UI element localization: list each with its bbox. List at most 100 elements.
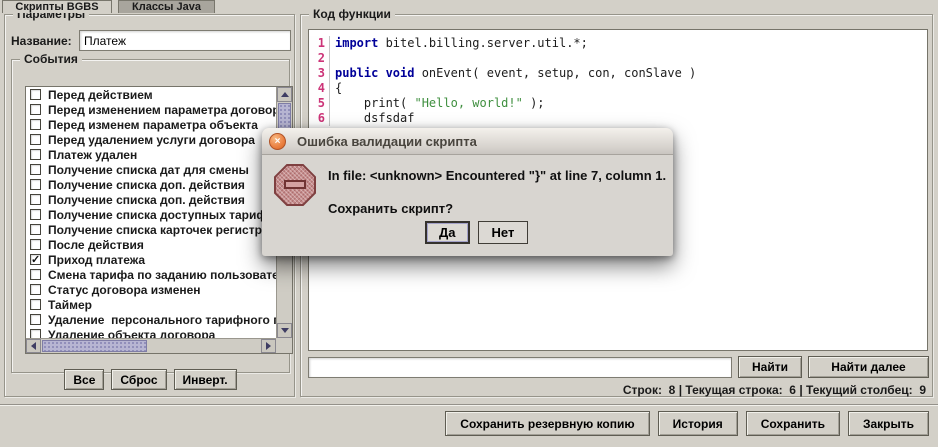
dialog-yes-button[interactable]: Да: [425, 221, 470, 244]
event-checkbox[interactable]: [30, 134, 41, 145]
event-row[interactable]: Перед изменем параметра объекта: [26, 117, 276, 132]
event-row[interactable]: ✓Приход платежа: [26, 252, 276, 267]
save-backup-button[interactable]: Сохранить резервную копию: [445, 411, 649, 436]
line-number: 1: [309, 36, 330, 51]
find-next-button[interactable]: Найти далее: [808, 356, 929, 378]
select-all-button[interactable]: Все: [64, 369, 104, 390]
event-row[interactable]: Перед изменением параметра договора: [26, 102, 276, 117]
event-row[interactable]: Удаление объекта договора: [26, 327, 276, 338]
event-checkbox[interactable]: [30, 224, 41, 235]
event-checkbox[interactable]: [30, 179, 41, 190]
line-number: 6: [309, 111, 330, 126]
event-label: Перед действием: [48, 88, 153, 102]
event-row[interactable]: Смена тарифа по заданию пользователя: [26, 267, 276, 282]
event-checkbox[interactable]: [30, 104, 41, 115]
dialog-question: Сохранить скрипт?: [328, 201, 453, 216]
app-window: Скрипты BGBS Классы Java Параметры Назва…: [0, 0, 938, 447]
event-checkbox[interactable]: [30, 164, 41, 175]
event-checkbox[interactable]: [30, 194, 41, 205]
events-horizontal-scrollbar[interactable]: [26, 338, 276, 353]
tab-label: Классы Java: [132, 1, 201, 13]
dialog-titlebar[interactable]: × Ошибка валидации скрипта: [262, 128, 673, 155]
event-checkbox[interactable]: [30, 284, 41, 295]
footer-separator: [0, 404, 938, 406]
history-button[interactable]: История: [658, 411, 738, 436]
scroll-left-button[interactable]: [26, 339, 41, 353]
events-group-title: События: [20, 52, 82, 66]
event-row[interactable]: Получение списка доступных тарифов: [26, 207, 276, 222]
event-row[interactable]: Получение списка дат для смены: [26, 162, 276, 177]
dialog-error-message: In file: <unknown> Encountered "}" at li…: [328, 168, 666, 183]
code-line: 1import bitel.billing.server.util.*;: [309, 36, 927, 51]
code-lines: 1import bitel.billing.server.util.*;23pu…: [309, 36, 927, 126]
arrow-up-icon: [281, 92, 289, 97]
arrow-down-icon: [281, 328, 289, 333]
footer-actions: Сохранить резервную копию История Сохран…: [445, 411, 929, 436]
name-label: Название:: [11, 34, 72, 48]
event-checkbox[interactable]: [30, 209, 41, 220]
event-row[interactable]: Удаление персонального тарифного плана: [26, 312, 276, 327]
editor-status-bar: Строк: 8 | Текущая строка: 6 | Текущий с…: [623, 383, 926, 397]
events-list: Перед действиемПеред изменением параметр…: [26, 87, 276, 338]
event-row[interactable]: Перед действием: [26, 87, 276, 102]
event-label: Таймер: [48, 298, 92, 312]
event-label: Получение списка дат для смены: [48, 163, 249, 177]
scroll-down-button[interactable]: [277, 323, 292, 338]
event-checkbox[interactable]: ✓: [30, 254, 41, 265]
dialog-title: Ошибка валидации скрипта: [297, 134, 477, 149]
event-checkbox[interactable]: [30, 299, 41, 310]
event-label: После действия: [48, 238, 144, 252]
scroll-up-button[interactable]: [277, 87, 292, 102]
code-line: 6 dsfsdaf: [309, 111, 927, 126]
event-row[interactable]: Получение списка доп. действия: [26, 177, 276, 192]
code-text: import bitel.billing.server.util.*;: [330, 36, 588, 51]
dialog-no-button[interactable]: Нет: [478, 221, 529, 244]
reset-button[interactable]: Сброс: [111, 369, 166, 390]
event-label: Получение списка доступных тарифов: [48, 208, 276, 222]
save-button[interactable]: Сохранить: [746, 411, 840, 436]
event-checkbox[interactable]: [30, 239, 41, 250]
event-row[interactable]: Перед удалением услуги договора: [26, 132, 276, 147]
code-text: public void onEvent( event, setup, con, …: [330, 66, 696, 81]
event-label: Перед удалением услуги договора: [48, 133, 255, 147]
event-label: Получение списка доп. действия: [48, 193, 245, 207]
tab-classes-java[interactable]: Классы Java: [118, 0, 215, 13]
parameters-panel: Параметры Название: События Перед действ…: [4, 14, 295, 397]
stop-error-icon-bar: [284, 180, 306, 189]
find-button[interactable]: Найти: [738, 356, 802, 378]
search-input[interactable]: [308, 357, 732, 378]
tab-scripts-bgbs[interactable]: Скрипты BGBS: [2, 0, 112, 13]
event-row[interactable]: Статус договора изменен: [26, 282, 276, 297]
line-number: 3: [309, 66, 330, 81]
event-label: Удаление персонального тарифного плана: [48, 313, 276, 327]
code-line: 4{: [309, 81, 927, 96]
code-line: 2: [309, 51, 927, 66]
event-label: Смена тарифа по заданию пользователя: [48, 268, 276, 282]
dialog-buttons: Да Нет: [425, 221, 528, 244]
event-checkbox[interactable]: [30, 119, 41, 130]
event-row[interactable]: Получение списка карточек регистрации: [26, 222, 276, 237]
code-line: 5 print( "Hello, world!" );: [309, 96, 927, 111]
horizontal-scroll-thumb[interactable]: [42, 340, 147, 352]
event-label: Перед изменем параметра объекта: [48, 118, 258, 132]
event-label: Статус договора изменен: [48, 283, 201, 297]
event-row[interactable]: Таймер: [26, 297, 276, 312]
script-name-input[interactable]: [79, 30, 291, 51]
event-label: Получение списка карточек регистрации: [48, 223, 276, 237]
event-row[interactable]: После действия: [26, 237, 276, 252]
stop-error-icon: [274, 164, 316, 206]
close-button[interactable]: Закрыть: [848, 411, 929, 436]
event-checkbox[interactable]: [30, 149, 41, 160]
invert-button[interactable]: Инверт.: [174, 369, 237, 390]
scroll-right-button[interactable]: [261, 339, 276, 353]
event-checkbox[interactable]: [30, 314, 41, 325]
event-row[interactable]: Платеж удален: [26, 147, 276, 162]
event-checkbox[interactable]: [30, 89, 41, 100]
arrow-left-icon: [31, 342, 36, 350]
dialog-close-icon[interactable]: ×: [269, 133, 286, 150]
events-group: События Перед действиемПеред изменением …: [11, 59, 290, 373]
event-checkbox[interactable]: [30, 329, 41, 338]
event-row[interactable]: Получение списка доп. действия: [26, 192, 276, 207]
event-checkbox[interactable]: [30, 269, 41, 280]
line-number: 4: [309, 81, 330, 96]
